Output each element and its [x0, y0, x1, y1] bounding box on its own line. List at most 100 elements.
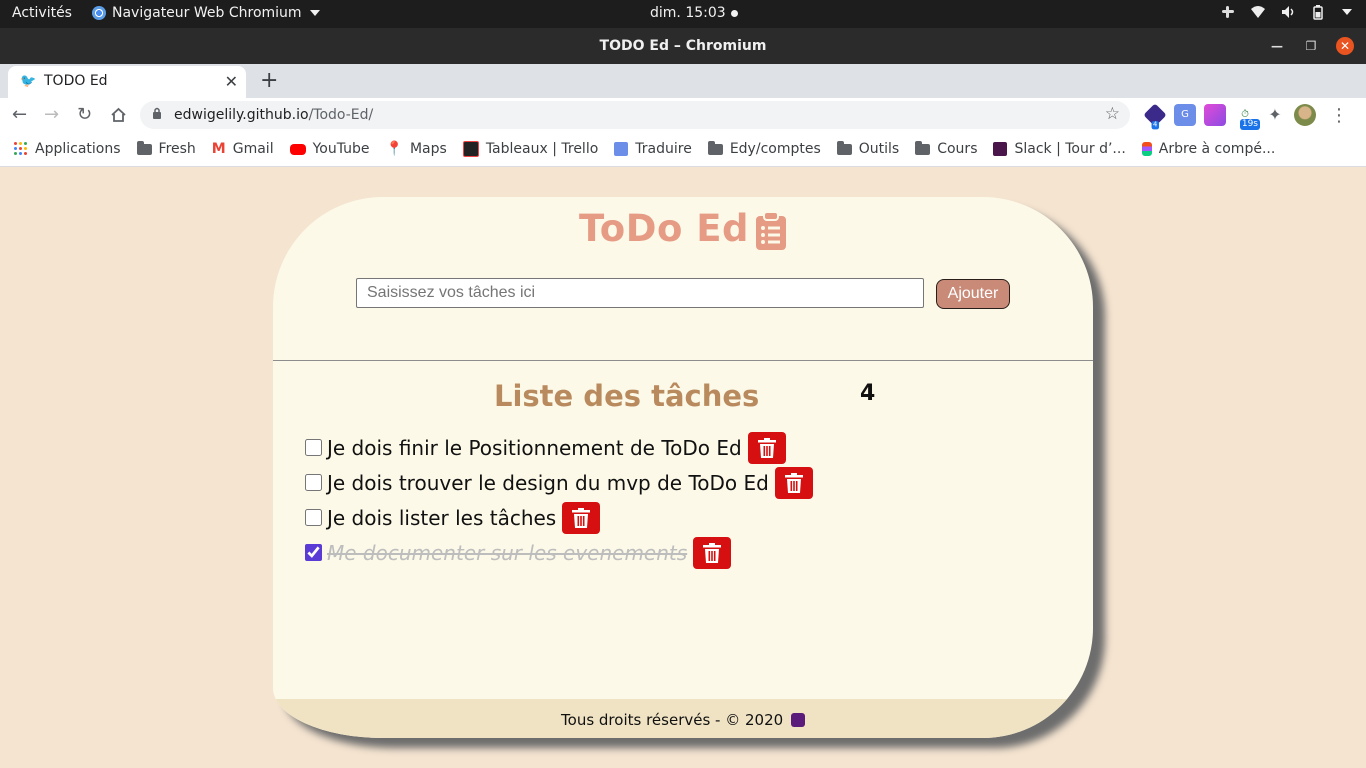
add-task-button[interactable]: Ajouter: [936, 279, 1010, 309]
folder-icon: [707, 140, 723, 155]
tab-strip: 🐦 TODO Ed ✕ +: [0, 64, 1366, 98]
system-tray[interactable]: [1220, 4, 1352, 20]
extension-1-icon[interactable]: 4: [1143, 103, 1167, 130]
slack-tray-icon[interactable]: [1220, 4, 1236, 20]
bookmark-slack[interactable]: Slack | Tour d’...: [993, 141, 1126, 157]
trash-icon: [703, 542, 722, 563]
menu-kebab-icon[interactable]: ⋮: [1330, 105, 1348, 126]
activities-button[interactable]: Activités: [12, 5, 72, 21]
bookmark-traduire[interactable]: Traduire: [614, 141, 692, 157]
translate-icon: [614, 142, 629, 156]
bookmark-outils[interactable]: Outils: [836, 140, 900, 157]
app-title-text: ToDo Ed: [578, 207, 750, 250]
todo-card: ToDo Ed Ajouter Liste des tâches 4 Je do…: [273, 197, 1093, 738]
extension-4-icon[interactable]: ⏱ 19s: [1234, 104, 1260, 130]
window-title: TODO Ed – Chromium: [599, 38, 767, 54]
web-page: ToDo Ed Ajouter Liste des tâches 4 Je do…: [0, 167, 1366, 768]
forward-arrow-icon[interactable]: →: [44, 104, 59, 125]
bookmark-arbre[interactable]: Arbre à compé...: [1141, 141, 1276, 157]
task-checkbox[interactable]: [305, 439, 322, 456]
bird-favicon-icon: 🐦: [20, 74, 37, 89]
close-tab-icon[interactable]: ✕: [225, 72, 238, 91]
volume-icon[interactable]: [1280, 4, 1296, 20]
extension-4-badge: 19s: [1239, 119, 1260, 130]
list-item: Je dois lister les tâches: [305, 500, 813, 535]
trash-icon: [784, 472, 803, 493]
chromium-icon: [92, 6, 106, 20]
reload-icon[interactable]: ↻: [77, 104, 92, 125]
bookmark-label: Outils: [858, 141, 900, 157]
url-path: /Todo-Ed/: [308, 107, 374, 123]
address-bar[interactable]: edwigelily.github.io/Todo-Ed/ ☆: [140, 101, 1130, 129]
task-list: Je dois finir le Positionnement de ToDo …: [305, 430, 813, 570]
bookmark-maps[interactable]: 📍 Maps: [386, 141, 447, 157]
lock-icon[interactable]: [152, 107, 162, 119]
bookmark-applications[interactable]: Applications: [14, 141, 121, 157]
back-arrow-icon[interactable]: ←: [12, 104, 27, 125]
bookmark-cours[interactable]: Cours: [915, 140, 978, 157]
bookmark-label: Traduire: [635, 141, 692, 157]
clock[interactable]: dim. 15:03: [650, 5, 738, 21]
home-icon[interactable]: [110, 107, 127, 123]
bookmark-label: Cours: [937, 141, 978, 157]
bookmark-edy-comptes[interactable]: Edy/comptes: [707, 140, 821, 157]
system-menu-chevron-icon[interactable]: [1342, 9, 1352, 15]
profile-avatar[interactable]: [1294, 104, 1316, 126]
folder-icon: [836, 140, 852, 155]
list-title: Liste des tâches: [494, 379, 760, 413]
bookmark-fresh[interactable]: Fresh: [136, 140, 196, 157]
task-input[interactable]: [356, 278, 924, 308]
list-item: Je dois finir le Positionnement de ToDo …: [305, 430, 813, 465]
extensions-area: 4 G ⏱ 19s ✦ ⋮: [1143, 103, 1348, 130]
folder-icon: [136, 140, 152, 155]
extension-3-icon[interactable]: [1204, 104, 1226, 126]
bookmark-star-icon[interactable]: ☆: [1105, 104, 1120, 124]
trello-icon: [462, 141, 479, 157]
bookmark-youtube[interactable]: YouTube: [289, 141, 370, 157]
clipboard-list-icon: [756, 210, 787, 250]
bookmark-label: YouTube: [312, 141, 370, 157]
list-item: Me documenter sur les evenements: [305, 535, 813, 570]
delete-task-button[interactable]: [562, 501, 601, 534]
github-icon[interactable]: [790, 712, 805, 727]
footer-text: Tous droits réservés - © 2020: [561, 711, 784, 729]
bookmark-label: Gmail: [232, 141, 274, 157]
close-window-button[interactable]: ✕: [1336, 37, 1354, 55]
bookmark-label: Maps: [409, 141, 447, 157]
task-checkbox[interactable]: [305, 509, 322, 526]
minimize-button[interactable]: —: [1268, 37, 1286, 55]
slack-icon: [993, 142, 1008, 156]
tab-todo-ed[interactable]: 🐦 TODO Ed ✕: [8, 66, 246, 98]
divider: [273, 360, 1093, 361]
bookmark-label: Applications: [35, 141, 121, 157]
app-menu[interactable]: Navigateur Web Chromium: [92, 5, 320, 21]
bookmark-trello[interactable]: Tableaux | Trello: [462, 141, 599, 157]
delete-task-button[interactable]: [693, 536, 732, 569]
delete-task-button[interactable]: [747, 431, 786, 464]
tab-label: TODO Ed: [44, 73, 108, 89]
bookmark-label: Tableaux | Trello: [485, 141, 599, 157]
wifi-icon[interactable]: [1250, 4, 1266, 20]
task-text: Je dois finir le Positionnement de ToDo …: [327, 435, 742, 460]
translate-extension-icon[interactable]: G: [1174, 104, 1196, 126]
task-checkbox[interactable]: [305, 544, 322, 561]
delete-task-button[interactable]: [774, 466, 813, 499]
new-tab-button[interactable]: +: [260, 68, 278, 93]
maps-icon: 📍: [385, 141, 403, 157]
battery-icon[interactable]: [1310, 4, 1326, 20]
window-title-bar: TODO Ed – Chromium — ❐ ✕: [0, 28, 1366, 64]
bookmark-gmail[interactable]: M Gmail: [212, 141, 274, 157]
figma-icon: [1141, 142, 1152, 156]
bookmark-label: Edy/comptes: [729, 141, 821, 157]
puzzle-extensions-icon[interactable]: ✦: [1264, 104, 1286, 126]
extension-1-badge: 4: [1151, 121, 1159, 130]
app-menu-label: Navigateur Web Chromium: [112, 5, 302, 21]
url-text: edwigelily.github.io/Todo-Ed/: [174, 107, 373, 123]
task-count: 4: [860, 381, 876, 406]
browser-toolbar: ← → ↻ edwigelily.github.io/Todo-Ed/ ☆ 4 …: [0, 98, 1366, 132]
clock-label: dim. 15:03: [650, 5, 726, 21]
bookmark-label: Slack | Tour d’...: [1014, 141, 1126, 157]
bookmark-label: Arbre à compé...: [1158, 141, 1276, 157]
task-checkbox[interactable]: [305, 474, 322, 491]
maximize-button[interactable]: ❐: [1302, 37, 1320, 55]
